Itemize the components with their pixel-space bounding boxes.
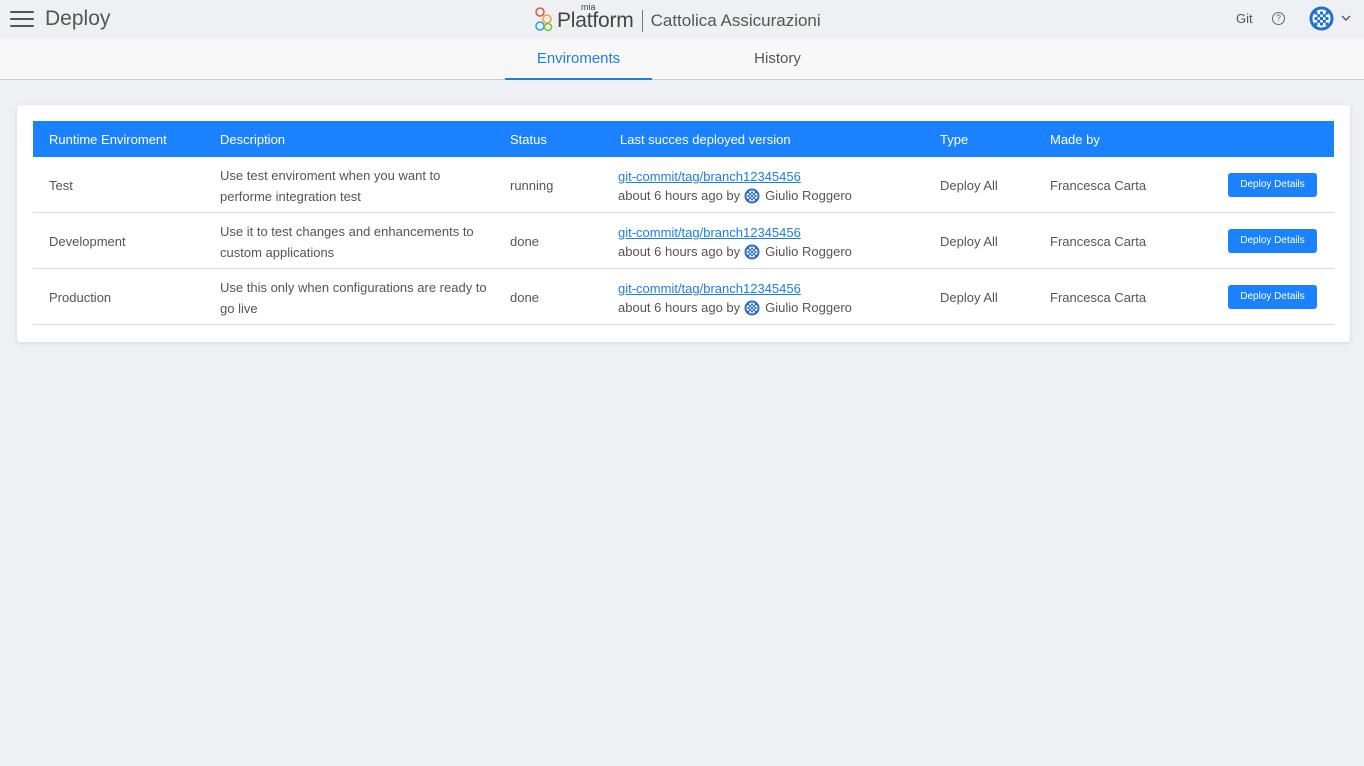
table-row: Production Use this only when configurat… bbox=[33, 269, 1334, 325]
author-avatar-icon bbox=[744, 188, 760, 203]
env-status: running bbox=[510, 178, 554, 193]
author-avatar-icon bbox=[744, 244, 760, 259]
deploy-time: about 6 hours ago by bbox=[618, 244, 741, 259]
deploy-time: about 6 hours ago by bbox=[618, 300, 741, 315]
made-by: Francesca Carta bbox=[1050, 178, 1147, 193]
deploy-details-button[interactable]: Deploy Details bbox=[1228, 229, 1317, 253]
brand-mia: mia bbox=[581, 1, 596, 12]
version-cell: git-commit/tag/branch12345456 about 6 ho… bbox=[618, 279, 852, 317]
table-row: Development Use it to test changes and e… bbox=[33, 213, 1334, 269]
environments-table: Runtime Enviroment Description Status La… bbox=[33, 121, 1334, 325]
mia-platform-logo-icon bbox=[535, 7, 553, 32]
user-menu[interactable] bbox=[1309, 6, 1353, 32]
env-name: Test bbox=[49, 178, 73, 193]
company-name: Cattolica Assicurazioni bbox=[650, 11, 821, 30]
version-link[interactable]: git-commit/tag/branch12345456 bbox=[618, 167, 852, 186]
made-by: Francesca Carta bbox=[1050, 290, 1147, 305]
top-bar: Deploy mia Platform Cattolica Assicurazi… bbox=[0, 0, 1364, 39]
version-cell: git-commit/tag/branch12345456 about 6 ho… bbox=[618, 223, 852, 261]
column-made-by: Made by bbox=[1050, 132, 1100, 147]
deploy-meta: about 6 hours ago by Giulio Roggero bbox=[618, 298, 852, 317]
env-description: Use test enviroment when you want to per… bbox=[220, 168, 441, 204]
deploy-author: Giulio Roggero bbox=[765, 188, 852, 203]
version-link[interactable]: git-commit/tag/branch12345456 bbox=[618, 279, 852, 298]
brand: mia Platform Cattolica Assicurazioni bbox=[535, 1, 821, 34]
deploy-time: about 6 hours ago by bbox=[618, 188, 741, 203]
deploy-author: Giulio Roggero bbox=[765, 244, 852, 259]
env-name: Production bbox=[49, 290, 112, 305]
made-by: Francesca Carta bbox=[1050, 234, 1147, 249]
tab-enviroments[interactable]: Enviroments bbox=[505, 39, 652, 80]
table-header: Runtime Enviroment Description Status La… bbox=[33, 121, 1334, 157]
deploy-meta: about 6 hours ago by Giulio Roggero bbox=[618, 186, 852, 205]
brand-divider bbox=[641, 10, 643, 32]
chevron-down-icon bbox=[1341, 15, 1351, 21]
env-status: done bbox=[510, 290, 539, 305]
git-link[interactable]: Git bbox=[1236, 11, 1253, 26]
deploy-type: Deploy All bbox=[940, 290, 998, 305]
user-avatar-icon bbox=[1309, 6, 1334, 31]
deploy-author: Giulio Roggero bbox=[765, 300, 852, 315]
help-icon[interactable]: ? bbox=[1272, 12, 1285, 25]
menu-icon[interactable] bbox=[10, 10, 34, 28]
deploy-details-button[interactable]: Deploy Details bbox=[1228, 173, 1317, 197]
env-description: Use this only when configurations are re… bbox=[220, 280, 487, 316]
env-name: Development bbox=[49, 234, 126, 249]
column-status: Status bbox=[510, 132, 547, 147]
table-row: Test Use test enviroment when you want t… bbox=[33, 157, 1334, 213]
page-title: Deploy bbox=[45, 7, 111, 30]
version-link[interactable]: git-commit/tag/branch12345456 bbox=[618, 223, 852, 242]
env-description: Use it to test changes and enhancements … bbox=[220, 224, 474, 260]
column-description: Description bbox=[220, 132, 286, 147]
deploy-type: Deploy All bbox=[940, 178, 998, 193]
environments-card: Runtime Enviroment Description Status La… bbox=[17, 105, 1350, 342]
column-runtime-enviroment: Runtime Enviroment bbox=[49, 132, 167, 147]
brand-platform: Platform bbox=[557, 8, 634, 32]
column-type: Type bbox=[940, 132, 969, 147]
deploy-type: Deploy All bbox=[940, 234, 998, 249]
deploy-meta: about 6 hours ago by Giulio Roggero bbox=[618, 242, 852, 261]
env-status: done bbox=[510, 234, 539, 249]
deploy-details-button[interactable]: Deploy Details bbox=[1228, 285, 1317, 309]
author-avatar-icon bbox=[744, 300, 760, 315]
tab-history[interactable]: History bbox=[720, 39, 835, 80]
version-cell: git-commit/tag/branch12345456 about 6 ho… bbox=[618, 167, 852, 205]
column-last-version: Last succes deployed version bbox=[620, 132, 791, 147]
tab-bar: Enviroments History bbox=[0, 39, 1364, 80]
